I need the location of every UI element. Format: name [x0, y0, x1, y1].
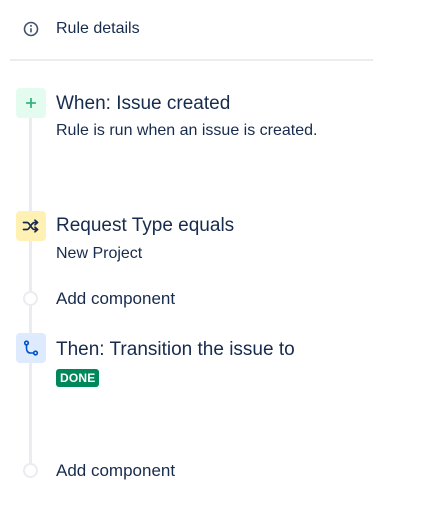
plus-icon — [26, 98, 36, 108]
info-icon — [22, 21, 39, 38]
rule-details-link[interactable]: Rule details — [22, 15, 140, 43]
shuffle-icon — [22, 219, 39, 233]
trigger-title[interactable]: When: Issue created — [56, 93, 230, 115]
action-title[interactable]: Then: Transition the issue to — [56, 339, 295, 361]
condition-title[interactable]: Request Type equals — [56, 215, 234, 237]
add-component-dot — [23, 463, 38, 478]
timeline-line — [29, 104, 32, 476]
transition-icon — [23, 340, 39, 356]
action-node-icon[interactable] — [16, 333, 46, 363]
trigger-node-icon[interactable] — [16, 88, 46, 118]
condition-value: New Project — [56, 245, 143, 262]
add-component-dot — [23, 291, 38, 306]
trigger-description: Rule is run when an issue is created. — [56, 122, 318, 139]
add-component-button[interactable]: Add component — [56, 461, 175, 481]
divider — [10, 59, 373, 61]
status-badge: DONE — [56, 369, 100, 387]
rule-details-label: Rule details — [56, 20, 140, 37]
add-component-button[interactable]: Add component — [56, 289, 175, 309]
condition-node-icon[interactable] — [16, 211, 46, 241]
